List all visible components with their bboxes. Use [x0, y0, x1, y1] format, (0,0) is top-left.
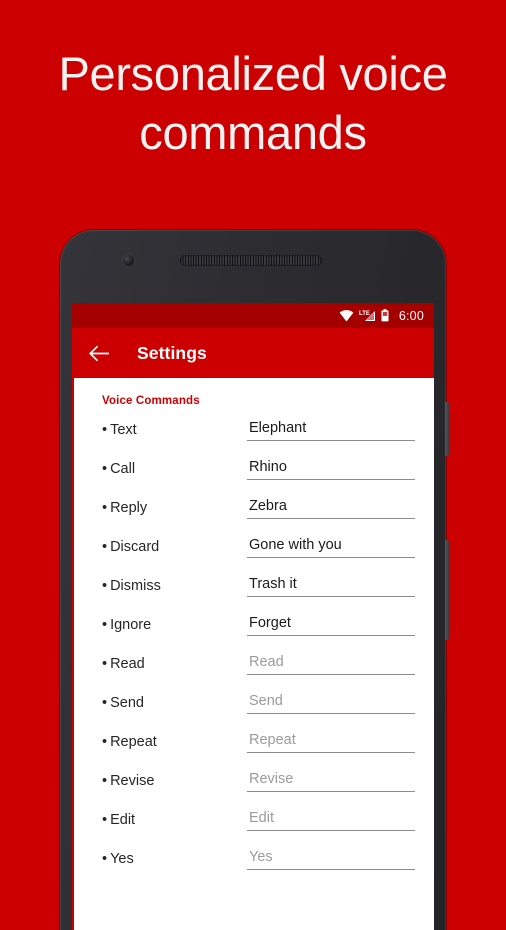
- command-label-text: Send: [110, 695, 144, 711]
- command-label-text: Revise: [110, 773, 155, 789]
- command-row: • Text: [74, 414, 434, 453]
- command-label: • Repeat: [102, 734, 157, 750]
- command-value-input[interactable]: [247, 846, 415, 870]
- command-label-text: Dismiss: [110, 578, 161, 594]
- page-title: Settings: [137, 342, 207, 363]
- promo-headline: Personalized voice commands: [58, 47, 448, 159]
- command-value-input[interactable]: [247, 768, 415, 792]
- status-bar: LTE 6:00: [72, 303, 434, 328]
- wifi-icon: [339, 309, 354, 321]
- command-label-text: Discard: [110, 539, 160, 555]
- bullet-icon: •: [102, 578, 108, 594]
- bullet-icon: •: [102, 812, 108, 828]
- command-label-text: Call: [110, 461, 136, 477]
- command-row: • Repeat: [74, 726, 434, 765]
- bullet-icon: •: [102, 422, 108, 438]
- command-label: • Read: [102, 656, 145, 672]
- command-label-text: Read: [110, 656, 145, 672]
- command-value-input[interactable]: [247, 534, 415, 558]
- earpiece-speaker-icon: [180, 255, 322, 266]
- command-label: • Ignore: [102, 617, 151, 633]
- command-row: • Revise: [74, 765, 434, 804]
- command-value-input[interactable]: [247, 417, 415, 441]
- power-button[interactable]: [445, 402, 449, 456]
- command-row: • Discard: [74, 531, 434, 570]
- command-row: • Read: [74, 648, 434, 687]
- app-bar: Settings: [72, 328, 434, 378]
- phone-screen: LTE 6:00 Settings Voice Commands • Text …: [72, 303, 434, 930]
- command-label: • Edit: [102, 812, 135, 828]
- bullet-icon: •: [102, 695, 108, 711]
- back-arrow-icon[interactable]: [86, 340, 112, 366]
- command-label-text: Reply: [110, 500, 148, 516]
- command-row: • Yes: [74, 843, 434, 882]
- volume-button[interactable]: [445, 540, 449, 640]
- section-title-voice-commands: Voice Commands: [102, 395, 200, 407]
- command-value-input[interactable]: [247, 612, 415, 636]
- bullet-icon: •: [102, 500, 108, 516]
- front-camera-icon: [123, 255, 134, 266]
- command-label-text: Yes: [110, 851, 134, 867]
- phone-device-mockup: LTE 6:00 Settings Voice Commands • Text …: [60, 230, 449, 930]
- command-label: • Text: [102, 422, 137, 438]
- command-label: • Reply: [102, 500, 147, 516]
- command-row: • Dismiss: [74, 570, 434, 609]
- command-value-input[interactable]: [247, 651, 415, 675]
- command-label: • Yes: [102, 851, 134, 867]
- command-label: • Discard: [102, 539, 159, 555]
- bullet-icon: •: [102, 773, 108, 789]
- bullet-icon: •: [102, 461, 108, 477]
- command-value-input[interactable]: [247, 807, 415, 831]
- command-row: • Reply: [74, 492, 434, 531]
- status-icons: LTE 6:00: [339, 309, 424, 323]
- voice-command-list: •Text•Call•Reply•Discard•Dismiss•Ignore•…: [74, 414, 434, 882]
- battery-icon: [381, 309, 389, 322]
- settings-content: Voice Commands •Text•Call•Reply•Discard•…: [74, 378, 434, 930]
- command-value-input[interactable]: [247, 690, 415, 714]
- command-label: • Send: [102, 695, 144, 711]
- command-label-text: Repeat: [110, 734, 157, 750]
- command-label-text: Edit: [110, 812, 136, 828]
- svg-text:LTE: LTE: [359, 311, 370, 317]
- bullet-icon: •: [102, 656, 108, 672]
- lte-signal-icon: LTE: [359, 311, 375, 321]
- bullet-icon: •: [102, 539, 108, 555]
- status-clock: 6:00: [398, 308, 424, 323]
- command-row: • Ignore: [74, 609, 434, 648]
- command-row: • Call: [74, 453, 434, 492]
- command-row: • Send: [74, 687, 434, 726]
- command-value-input[interactable]: [247, 456, 415, 480]
- command-label-text: Text: [110, 422, 137, 438]
- command-value-input[interactable]: [247, 573, 415, 597]
- command-label-text: Ignore: [110, 617, 152, 633]
- command-value-input[interactable]: [247, 495, 415, 519]
- command-label: • Revise: [102, 773, 154, 789]
- bullet-icon: •: [102, 617, 108, 633]
- bullet-icon: •: [102, 734, 108, 750]
- command-value-input[interactable]: [247, 729, 415, 753]
- command-label: • Dismiss: [102, 578, 161, 594]
- command-row: • Edit: [74, 804, 434, 843]
- bullet-icon: •: [102, 851, 108, 867]
- command-label: • Call: [102, 461, 135, 477]
